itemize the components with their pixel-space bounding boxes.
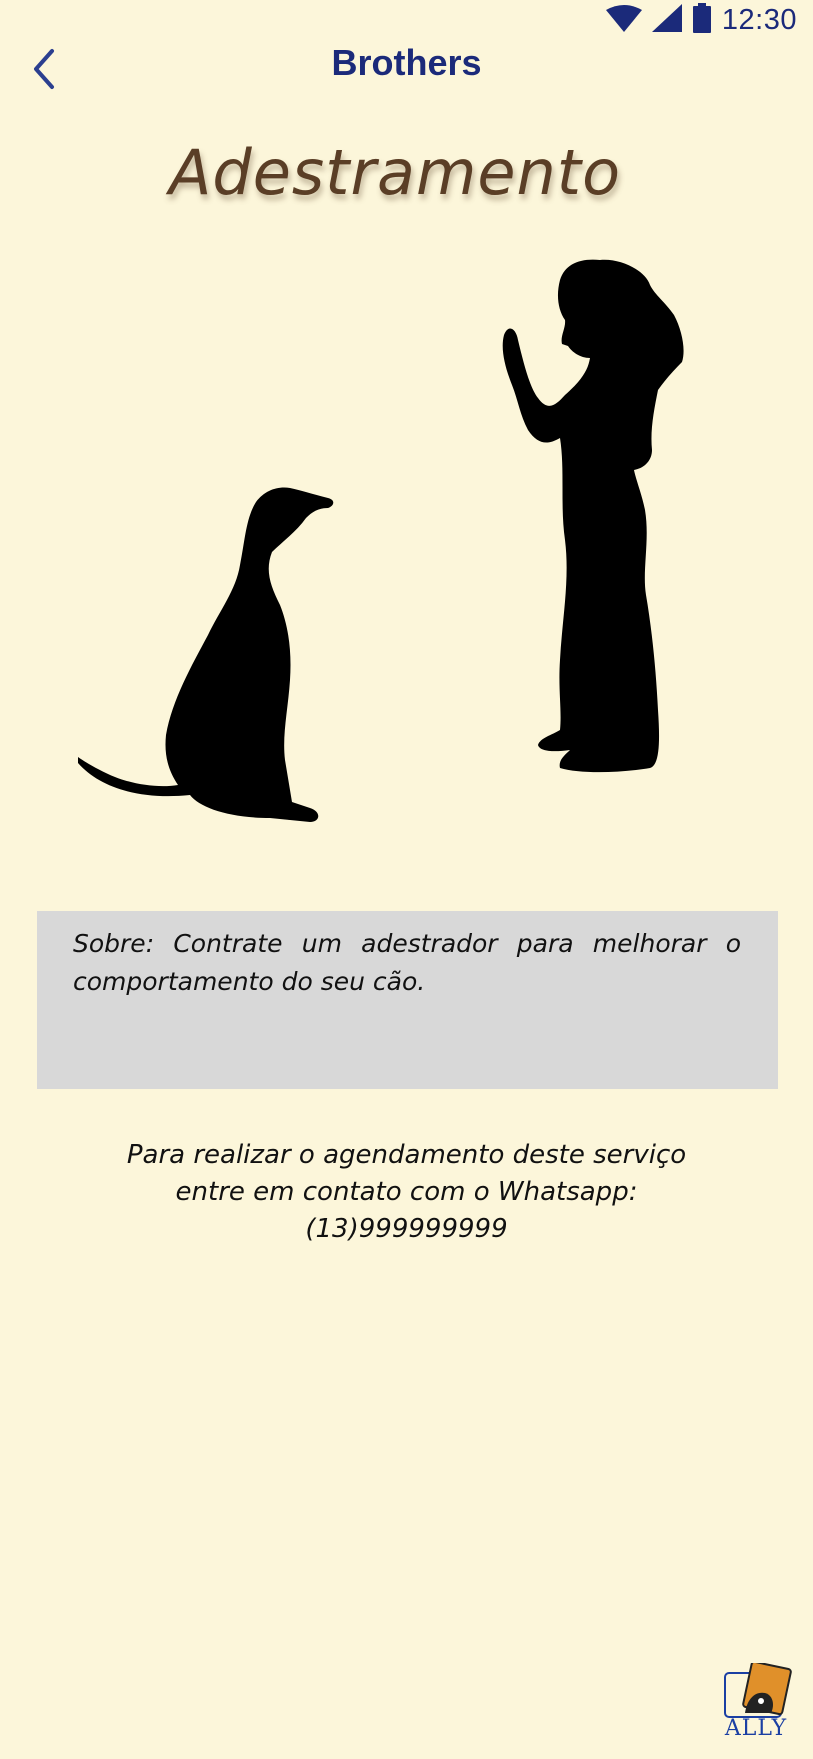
- about-text: Sobre: Contrate um adestrador para melho…: [73, 929, 741, 996]
- signal-icon: [651, 4, 682, 36]
- status-icons: 12:30: [605, 3, 797, 37]
- contact-line-1: Para realizar o agendamento deste serviç…: [126, 1140, 687, 1170]
- brand-logo: ALLY: [717, 1663, 795, 1741]
- about-panel: Sobre: Contrate um adestrador para melho…: [37, 911, 778, 1089]
- wifi-icon: [605, 4, 642, 36]
- app-title: Brothers: [331, 42, 482, 83]
- app-bar: Brothers: [0, 40, 813, 104]
- contact-info: Para realizar o agendamento deste serviç…: [60, 1137, 753, 1248]
- battery-icon: [692, 3, 712, 37]
- brand-logo-text: ALLY: [724, 1716, 788, 1741]
- contact-line-2: entre em contato com o Whatsapp:: [175, 1177, 638, 1207]
- status-time: 12:30: [721, 3, 797, 36]
- trainer-silhouette: [502, 259, 684, 773]
- page-title: Adestramento: [168, 136, 622, 209]
- dog-silhouette: [78, 487, 334, 822]
- hero-image: [60, 240, 760, 840]
- status-bar: 12:30: [0, 0, 813, 40]
- contact-phone[interactable]: (13)999999999: [60, 1211, 753, 1248]
